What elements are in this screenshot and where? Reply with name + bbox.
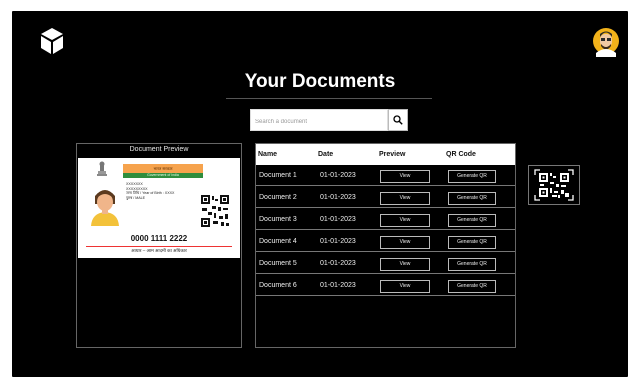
documents-table: Name Date Preview QR Code Document 1 01-…: [255, 143, 516, 348]
generate-qr-button[interactable]: Generate QR: [448, 258, 496, 271]
generate-qr-button[interactable]: Generate QR: [448, 192, 496, 205]
generate-qr-button[interactable]: Generate QR: [448, 170, 496, 183]
document-date: 01-01-2023: [320, 238, 356, 245]
column-header-date: Date: [318, 151, 334, 158]
document-name: Document 2: [259, 194, 297, 201]
card-header-english: Government of India: [123, 173, 203, 178]
table-row: Document 4 01-01-2023 View Generate QR: [256, 232, 515, 252]
view-button[interactable]: View: [380, 258, 430, 271]
title-divider: [226, 98, 432, 99]
card-bottom-divider: [86, 246, 232, 247]
column-header-name: Name: [258, 151, 278, 158]
app-frame: Your Documents Document Preview भारत सरक…: [12, 11, 628, 377]
generate-qr-button[interactable]: Generate QR: [448, 280, 496, 293]
document-date: 01-01-2023: [320, 282, 356, 289]
card-qr-code-icon: [200, 194, 230, 228]
document-date: 01-01-2023: [320, 172, 356, 179]
view-button[interactable]: View: [380, 170, 430, 183]
card-header-hindi: भारत सरकार: [123, 164, 203, 173]
document-name: Document 1: [259, 172, 297, 179]
qr-code-icon: [534, 169, 574, 201]
table-header: Name Date Preview QR Code: [256, 144, 515, 165]
generate-qr-button[interactable]: Generate QR: [448, 214, 496, 227]
card-tagline: आधार – आम आदमी का अधिकार: [131, 248, 187, 253]
document-name: Document 6: [259, 282, 297, 289]
preview-title: Document Preview: [129, 146, 189, 153]
document-date: 01-01-2023: [320, 194, 356, 201]
table-row: Document 1 01-01-2023 View Generate QR: [256, 166, 515, 186]
emblem-icon: [97, 161, 107, 176]
generate-qr-button[interactable]: Generate QR: [448, 236, 496, 249]
person-photo-icon: [88, 182, 122, 226]
card-details: XXXXXXX XXXXXXXXX जन्म तिथि / Year of Bi…: [126, 182, 196, 201]
search-icon: [393, 115, 403, 125]
table-row: Document 3 01-01-2023 View Generate QR: [256, 210, 515, 230]
column-header-preview: Preview: [379, 151, 406, 158]
table-row: Document 6 01-01-2023 View Generate QR: [256, 276, 515, 296]
search-input[interactable]: [251, 112, 379, 132]
generated-qr-panel: [528, 165, 580, 205]
page-title: Your Documents: [244, 71, 396, 92]
view-button[interactable]: View: [380, 280, 430, 293]
document-preview-panel: Document Preview भारत सरकार Government o…: [76, 143, 242, 348]
document-date: 01-01-2023: [320, 216, 356, 223]
aadhaar-number: 0000 1111 2222: [130, 234, 188, 243]
document-date: 01-01-2023: [320, 260, 356, 267]
column-header-qr-code: QR Code: [446, 151, 476, 158]
table-row: Document 5 01-01-2023 View Generate QR: [256, 254, 515, 274]
table-row: Document 2 01-01-2023 View Generate QR: [256, 188, 515, 208]
aadhaar-card-preview: भारत सरकार Government of India XXXXXXX X…: [78, 158, 240, 258]
document-name: Document 4: [259, 238, 297, 245]
document-name: Document 3: [259, 216, 297, 223]
user-avatar-icon[interactable]: [592, 25, 620, 57]
view-button[interactable]: View: [380, 214, 430, 227]
search-box: [250, 109, 388, 132]
search-button[interactable]: [388, 109, 408, 131]
view-button[interactable]: View: [380, 192, 430, 205]
document-name: Document 5: [259, 260, 297, 267]
view-button[interactable]: View: [380, 236, 430, 249]
cube-logo-icon[interactable]: [40, 27, 64, 55]
card-gender-line: पुरुष / MALE: [126, 196, 146, 201]
